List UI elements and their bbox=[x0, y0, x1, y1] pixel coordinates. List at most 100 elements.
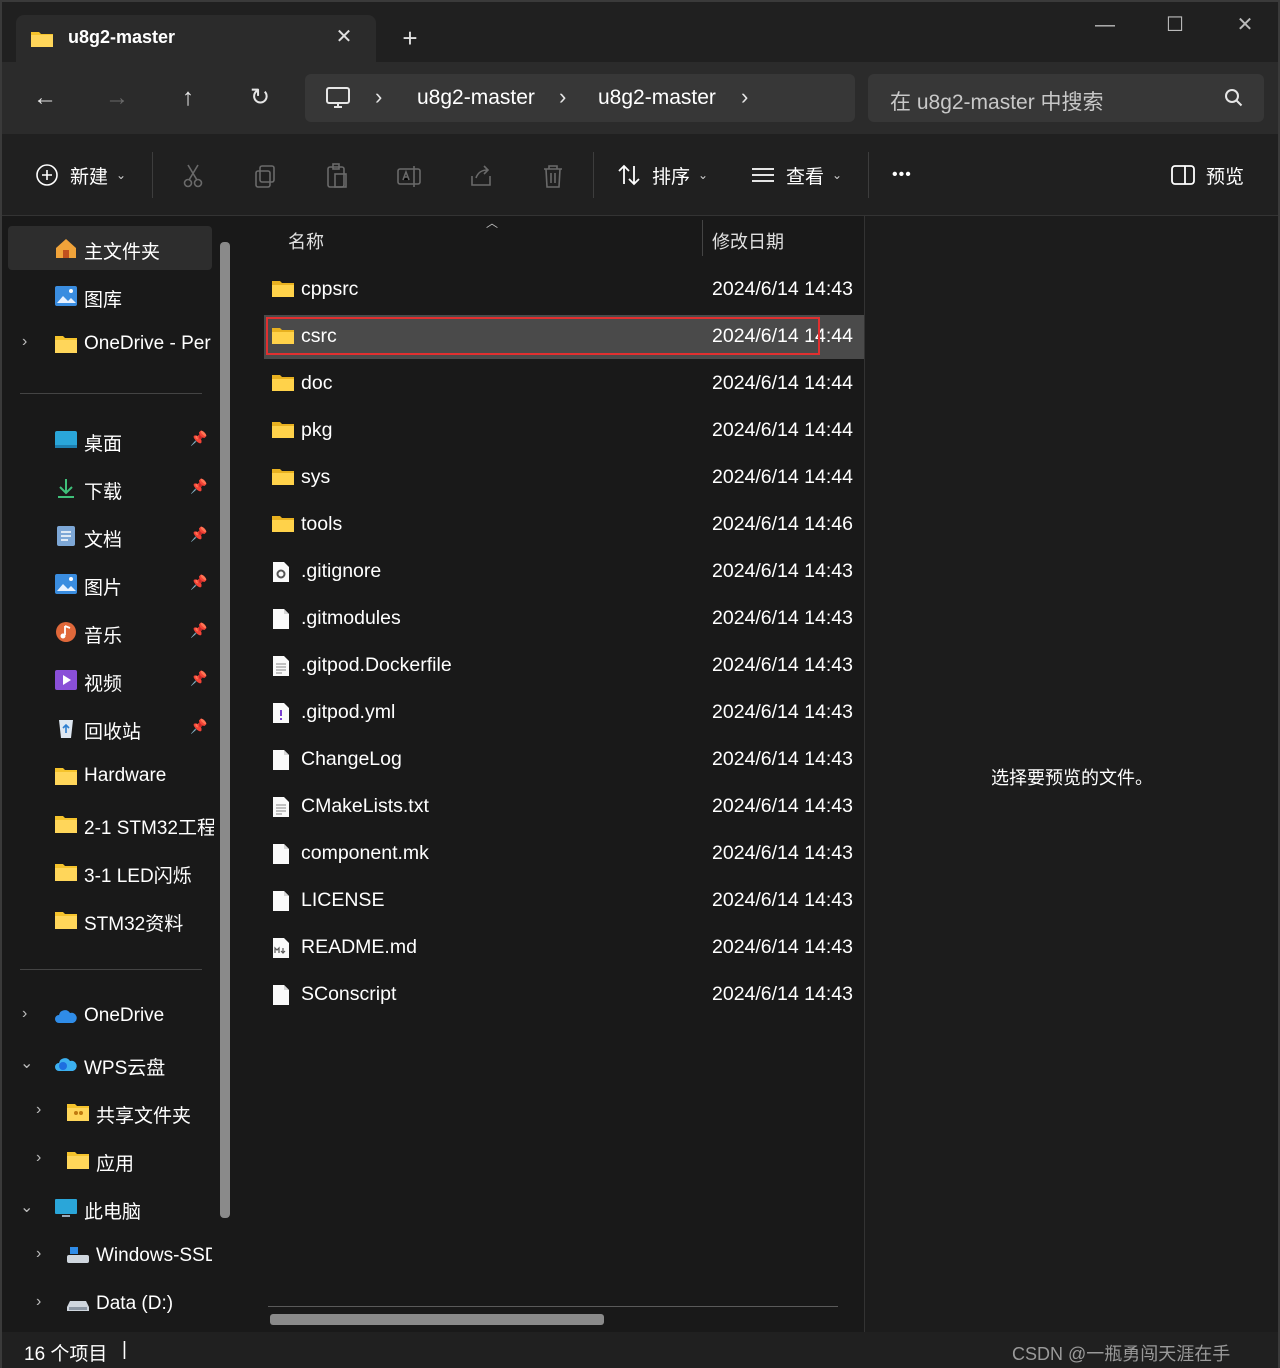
sidebar-item-videos[interactable]: 视频 📌 bbox=[8, 658, 212, 702]
search-box[interactable]: 在 u8g2-master 中搜索 bbox=[868, 74, 1264, 122]
pin-icon[interactable]: 📌 bbox=[190, 718, 207, 735]
sidebar-item-documents[interactable]: 文档 📌 bbox=[8, 514, 212, 558]
chevron-right-icon[interactable]: › bbox=[22, 1005, 38, 1023]
file-icon bbox=[272, 843, 290, 870]
copy-icon[interactable] bbox=[251, 162, 279, 190]
file-row[interactable]: tools 2024/6/14 14:46 bbox=[264, 503, 864, 547]
file-row[interactable]: README.md 2024/6/14 14:43 bbox=[264, 926, 864, 970]
more-options-button[interactable]: ••• bbox=[892, 160, 912, 190]
pin-icon[interactable]: 📌 bbox=[190, 478, 207, 495]
close-window-button[interactable]: ✕ bbox=[1222, 10, 1268, 40]
file-row[interactable]: ChangeLog 2024/6/14 14:43 bbox=[264, 738, 864, 782]
tab-u8g2-master[interactable]: u8g2-master ✕ bbox=[16, 15, 376, 62]
sidebar-item-home[interactable]: 主文件夹 bbox=[8, 226, 212, 270]
column-header-date[interactable]: 修改日期 bbox=[712, 228, 784, 254]
sidebar-item-onedrive[interactable]: › OneDrive bbox=[8, 994, 212, 1038]
file-row[interactable]: LICENSE 2024/6/14 14:43 bbox=[264, 879, 864, 923]
breadcrumb-separator-icon[interactable]: › bbox=[375, 84, 382, 110]
scroll-track bbox=[268, 1306, 838, 1307]
chevron-down-icon[interactable]: ⌄ bbox=[20, 1053, 36, 1073]
pin-icon[interactable]: 📌 bbox=[190, 622, 207, 639]
sidebar-item-windows-ssd[interactable]: › Windows-SSD bbox=[8, 1234, 212, 1278]
sidebar-item-label: 文档 bbox=[84, 530, 123, 551]
sidebar-item-this-pc[interactable]: ⌄ 此电脑 bbox=[8, 1186, 212, 1230]
sidebar-item-onedrive-personal[interactable]: › OneDrive - Per bbox=[8, 322, 212, 366]
maximize-button[interactable]: ☐ bbox=[1152, 10, 1198, 40]
file-icon bbox=[272, 890, 290, 917]
chevron-right-icon[interactable]: › bbox=[36, 1245, 52, 1263]
close-tab-icon[interactable]: ✕ bbox=[332, 25, 356, 49]
pin-icon[interactable]: 📌 bbox=[190, 526, 207, 543]
column-divider[interactable] bbox=[702, 220, 703, 256]
column-header-name[interactable]: 名称 bbox=[288, 228, 324, 254]
file-row[interactable]: doc 2024/6/14 14:44 bbox=[264, 362, 864, 406]
file-row[interactable]: SConscript 2024/6/14 14:43 bbox=[264, 973, 864, 1017]
chevron-right-icon[interactable]: › bbox=[36, 1149, 52, 1167]
view-button[interactable]: 查看 ⌄ bbox=[750, 160, 842, 190]
up-button[interactable]: ↑ bbox=[170, 80, 206, 116]
file-row[interactable]: pkg 2024/6/14 14:44 bbox=[264, 409, 864, 453]
sidebar-item-gallery[interactable]: 图库 bbox=[8, 274, 212, 318]
sidebar-scrollbar[interactable] bbox=[220, 242, 230, 1218]
search-placeholder[interactable]: 在 u8g2-master 中搜索 bbox=[890, 86, 1104, 116]
delete-icon[interactable] bbox=[539, 162, 567, 190]
sidebar-item-led-blink[interactable]: 3-1 LED闪烁 bbox=[8, 850, 212, 894]
pin-icon[interactable]: 📌 bbox=[190, 574, 207, 591]
chevron-down-icon[interactable]: ⌄ bbox=[20, 1197, 36, 1217]
pin-icon[interactable]: 📌 bbox=[190, 430, 207, 447]
sort-button[interactable]: 排序 ⌄ bbox=[616, 160, 708, 190]
chevron-right-icon[interactable]: › bbox=[22, 333, 38, 351]
back-button[interactable]: ← bbox=[27, 80, 63, 116]
sidebar-item-downloads[interactable]: 下载 📌 bbox=[8, 466, 212, 510]
sidebar-item-pictures[interactable]: 图片 📌 bbox=[8, 562, 212, 606]
file-row[interactable]: .gitpod.yml 2024/6/14 14:43 bbox=[264, 691, 864, 735]
breadcrumb-separator-icon[interactable]: › bbox=[559, 84, 566, 110]
sidebar-item-stm32-project[interactable]: 2-1 STM32工程 bbox=[8, 802, 214, 846]
file-row[interactable]: component.mk 2024/6/14 14:43 bbox=[264, 832, 864, 876]
file-row[interactable]: sys 2024/6/14 14:44 bbox=[264, 456, 864, 500]
breadcrumb-separator-icon[interactable]: › bbox=[741, 84, 748, 110]
file-row[interactable]: cppsrc 2024/6/14 14:43 bbox=[264, 268, 864, 312]
breadcrumb-item[interactable]: u8g2-master bbox=[598, 86, 716, 110]
minimize-button[interactable]: — bbox=[1082, 10, 1128, 40]
breadcrumb-item[interactable]: u8g2-master bbox=[417, 86, 535, 110]
sidebar-item-recycle-bin[interactable]: 回收站 📌 bbox=[8, 706, 212, 750]
sidebar-item-shared-folder[interactable]: › 共享文件夹 bbox=[8, 1090, 212, 1134]
sidebar-item-data-d[interactable]: › Data (D:) bbox=[8, 1282, 212, 1326]
refresh-button[interactable]: ↻ bbox=[242, 80, 278, 116]
sidebar-item-apps[interactable]: › 应用 bbox=[8, 1138, 212, 1182]
preview-pane-button[interactable]: 预览 bbox=[1170, 160, 1244, 190]
search-icon[interactable] bbox=[1224, 88, 1244, 108]
horizontal-scrollbar[interactable] bbox=[270, 1314, 604, 1325]
file-icon bbox=[272, 749, 290, 776]
chevron-right-icon[interactable]: › bbox=[36, 1101, 52, 1119]
sidebar-item-music[interactable]: 音乐 📌 bbox=[8, 610, 212, 654]
computer-icon[interactable] bbox=[325, 86, 351, 110]
sidebar-item-label: Windows-SSD bbox=[96, 1245, 212, 1266]
cut-icon[interactable] bbox=[179, 162, 207, 190]
column-header-row: ︿ 名称 修改日期 bbox=[242, 216, 864, 260]
address-bar[interactable]: › u8g2-master › u8g2-master › bbox=[305, 74, 855, 122]
share-icon[interactable] bbox=[467, 162, 495, 190]
file-row[interactable]: CMakeLists.txt 2024/6/14 14:43 bbox=[264, 785, 864, 829]
sidebar-item-wps-cloud[interactable]: ⌄ WPS云盘 bbox=[8, 1042, 212, 1086]
sidebar-item-label: 3-1 LED闪烁 bbox=[84, 866, 192, 887]
new-tab-button[interactable]: + bbox=[396, 24, 424, 52]
sidebar-item-stm32-materials[interactable]: STM32资料 bbox=[8, 898, 212, 942]
file-row[interactable]: .gitpod.Dockerfile 2024/6/14 14:43 bbox=[264, 644, 864, 688]
sidebar-item-hardware[interactable]: Hardware bbox=[8, 754, 212, 798]
rename-icon[interactable] bbox=[395, 162, 423, 190]
paste-icon[interactable] bbox=[323, 162, 351, 190]
file-modified-date: 2024/6/14 14:43 bbox=[712, 654, 853, 676]
sidebar-item-desktop[interactable]: 桌面 📌 bbox=[8, 418, 212, 462]
config-file-icon bbox=[272, 561, 290, 588]
chevron-right-icon[interactable]: › bbox=[36, 1293, 52, 1311]
new-button[interactable]: 新建 ⌄ bbox=[34, 160, 126, 190]
file-row[interactable]: .gitmodules 2024/6/14 14:43 bbox=[264, 597, 864, 641]
forward-button[interactable]: → bbox=[99, 80, 135, 116]
pin-icon[interactable]: 📌 bbox=[190, 670, 207, 687]
preview-pane-icon bbox=[1171, 165, 1195, 185]
file-row[interactable]: .gitignore 2024/6/14 14:43 bbox=[264, 550, 864, 594]
text-file-icon bbox=[272, 655, 290, 682]
sidebar-item-label: OneDrive bbox=[84, 1005, 165, 1026]
